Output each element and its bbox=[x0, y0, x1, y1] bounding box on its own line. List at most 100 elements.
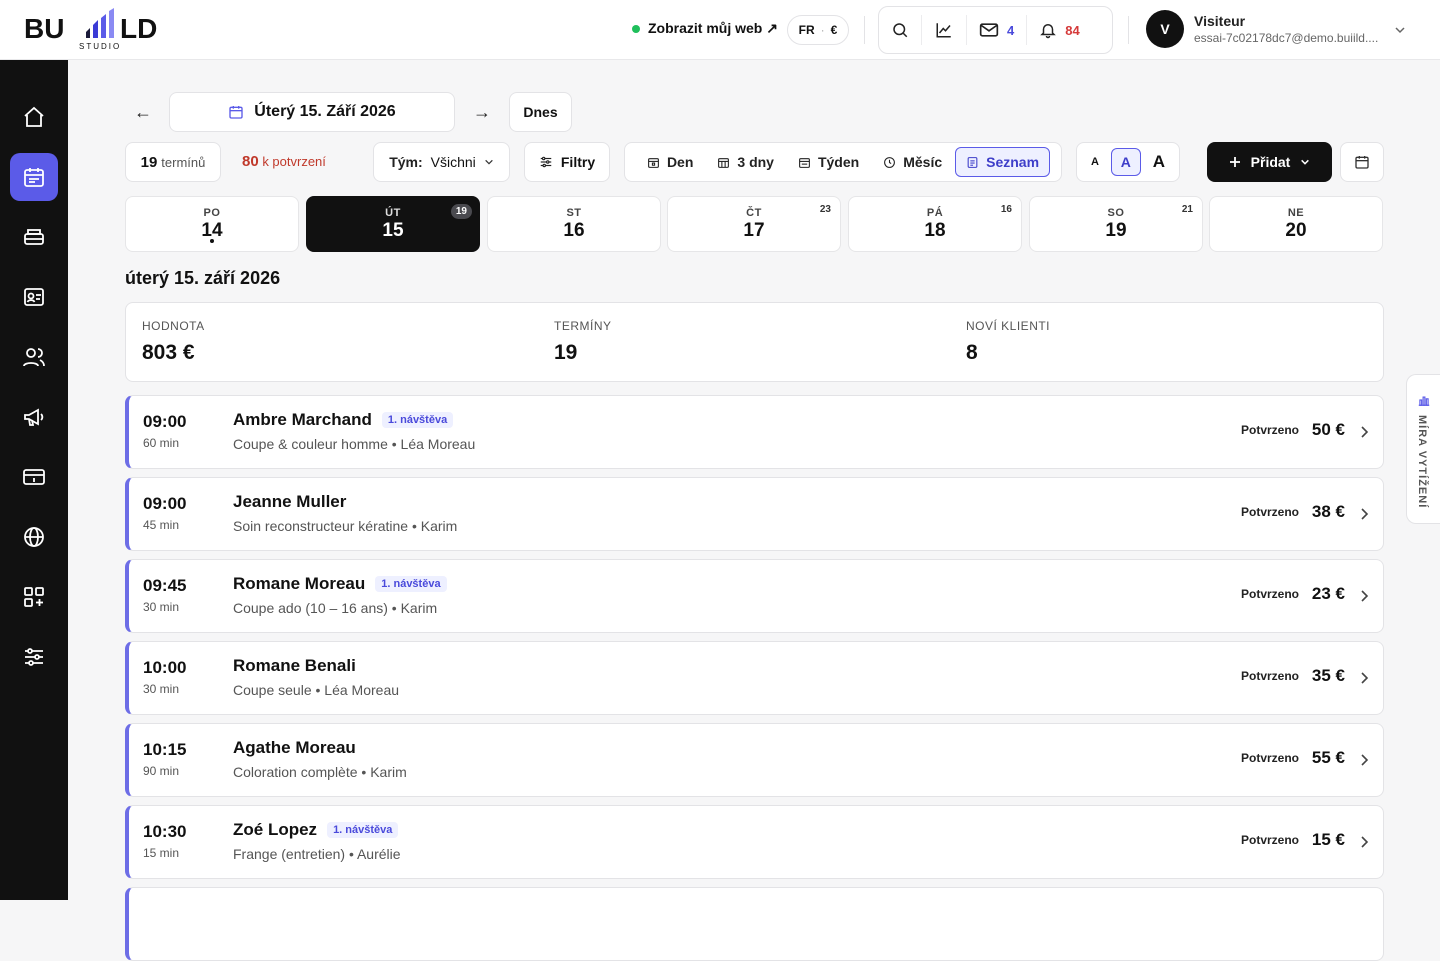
occupancy-side-tab[interactable]: MÍRA VYTÍŽENÍ bbox=[1406, 374, 1440, 524]
view-week[interactable]: Týden bbox=[787, 147, 870, 177]
view-3days[interactable]: 3 dny bbox=[706, 147, 785, 177]
calendar-icon bbox=[24, 168, 44, 187]
view-site-link[interactable]: Zobrazit můj web ↗ bbox=[632, 20, 778, 37]
previous-day-arrow[interactable]: ← bbox=[134, 102, 152, 123]
day-summary: HODNOTA 803 € TERMÍNY 19 NOVÍ KLIENTI 8 bbox=[125, 302, 1384, 382]
sidebar-item-register[interactable] bbox=[10, 213, 58, 261]
font-size-medium[interactable]: A bbox=[1110, 148, 1141, 176]
client-name-row: Romane Benali bbox=[233, 656, 356, 676]
day-tab-tue[interactable]: ÚT 15 19 bbox=[306, 196, 480, 252]
notifications-button[interactable]: 84 bbox=[1026, 15, 1091, 45]
day-count-badge: 23 bbox=[819, 204, 831, 215]
view-day[interactable]: Den bbox=[636, 147, 704, 177]
header-tools: 4 84 bbox=[878, 6, 1113, 54]
day-number: 18 bbox=[924, 220, 946, 241]
add-button[interactable]: Přidat bbox=[1207, 142, 1332, 182]
day-name: ST bbox=[566, 207, 582, 219]
chevron-right-icon bbox=[1361, 754, 1369, 766]
date-picker[interactable]: Úterý 15. Září 2026 bbox=[169, 92, 455, 132]
appointment-row[interactable]: 09:00 60 min Ambre Marchand 1. návštěva C… bbox=[125, 395, 1384, 469]
filters-label: Filtry bbox=[560, 154, 596, 170]
appointment-row[interactable]: 10:30 15 min Zoé Lopez 1. návštěva Frange… bbox=[125, 805, 1384, 879]
brand-logo[interactable]: BU LD STUDIO bbox=[24, 8, 184, 52]
appointment-count-value: 19 bbox=[140, 153, 158, 171]
day-tab-thu[interactable]: ČT 17 23 bbox=[667, 196, 841, 252]
bar-chart-icon bbox=[1418, 396, 1430, 406]
sidebar-item-website[interactable] bbox=[10, 513, 58, 561]
today-label: Dnes bbox=[523, 104, 558, 120]
pending-confirmations[interactable]: 80 k potvrzení bbox=[242, 153, 326, 170]
occupancy-label: MÍRA VYTÍŽENÍ bbox=[1416, 415, 1428, 509]
day-name: NE bbox=[1287, 207, 1305, 219]
team-select-label: Tým: bbox=[389, 154, 423, 170]
font-size-small[interactable]: A bbox=[1091, 156, 1099, 168]
appointment-row[interactable]: 09:00 45 min Jeanne Muller Soin reconstr… bbox=[125, 477, 1384, 551]
day-tab-mon[interactable]: PO 14 bbox=[125, 196, 299, 252]
day-tab-fri[interactable]: PÁ 18 16 bbox=[848, 196, 1022, 252]
day-count-badge: 16 bbox=[1000, 204, 1012, 215]
price: 15 € bbox=[1311, 830, 1345, 849]
client-name: Zoé Lopez bbox=[233, 820, 318, 839]
appointment-row[interactable]: 09:45 30 min Romane Moreau 1. návštěva Co… bbox=[125, 559, 1384, 633]
svg-text:LD: LD bbox=[120, 13, 157, 44]
messages-button[interactable]: 4 bbox=[966, 15, 1026, 45]
globe-icon bbox=[24, 527, 44, 547]
next-day-arrow[interactable]: → bbox=[473, 102, 491, 123]
font-size-switcher: A A A bbox=[1076, 142, 1180, 182]
filters-button[interactable]: Filtry bbox=[524, 142, 610, 182]
appointment-row[interactable]: 10:00 30 min Romane Benali Coupe seule •… bbox=[125, 641, 1384, 715]
appointment-count-label: termínů bbox=[161, 154, 206, 170]
service-staff: Coloration complète • Karim bbox=[233, 764, 407, 780]
view-switcher: Den 3 dny Týden Měsíc Seznam bbox=[624, 142, 1062, 182]
calendar-3day-icon bbox=[718, 157, 730, 168]
price: 38 € bbox=[1311, 502, 1345, 521]
view-month[interactable]: Měsíc bbox=[872, 147, 953, 177]
appointment-time: 09:00 bbox=[143, 494, 187, 513]
status-label: Potvrzeno bbox=[1240, 587, 1299, 601]
team-select[interactable]: Tým: Všichni bbox=[373, 142, 510, 182]
font-size-large[interactable]: A bbox=[1153, 152, 1165, 172]
day-tab-sun[interactable]: NE 20 bbox=[1209, 196, 1383, 252]
summary-appointments: TERMÍNY 19 bbox=[554, 319, 612, 365]
day-tab-sat[interactable]: SO 19 21 bbox=[1029, 196, 1203, 252]
appointment-count: 19 termínů bbox=[125, 142, 221, 182]
currency-symbol: € bbox=[830, 23, 838, 37]
appointment-time: 10:00 bbox=[143, 658, 187, 677]
first-visit-badge: 1. návštěva bbox=[375, 576, 447, 592]
summary-new-clients: NOVÍ KLIENTI 8 bbox=[966, 319, 1050, 365]
user-menu[interactable]: V Visiteur essai-7c02178dc7@demo.buiild.… bbox=[1146, 10, 1378, 48]
sidebar-item-settings[interactable] bbox=[10, 633, 58, 681]
day-count-badge: 21 bbox=[1181, 204, 1193, 215]
view-week-label: Týden bbox=[817, 154, 860, 170]
day-tab-wed[interactable]: ST 16 bbox=[487, 196, 661, 252]
price: 23 € bbox=[1311, 584, 1345, 603]
today-button[interactable]: Dnes bbox=[509, 92, 572, 132]
client-name-row: Romane Moreau 1. návštěva bbox=[233, 574, 447, 594]
mail-count: 4 bbox=[1007, 22, 1015, 38]
view-list[interactable]: Seznam bbox=[955, 147, 1051, 177]
sidebar-item-payments[interactable] bbox=[10, 453, 58, 501]
separator: · bbox=[820, 23, 825, 37]
appointment-row-partial[interactable] bbox=[125, 887, 1384, 961]
sidebar-item-contacts[interactable] bbox=[10, 273, 58, 321]
apps-icon bbox=[24, 587, 44, 607]
sidebar-item-home[interactable] bbox=[10, 93, 58, 141]
sidebar-item-calendar[interactable] bbox=[10, 153, 58, 201]
appointment-row[interactable]: 10:15 90 min Agathe Moreau Coloration co… bbox=[125, 723, 1384, 797]
chevron-right-icon bbox=[1361, 590, 1369, 602]
notification-count: 84 bbox=[1065, 22, 1080, 38]
chevron-down-icon[interactable] bbox=[1394, 24, 1406, 36]
analytics-button[interactable] bbox=[921, 15, 966, 45]
sidebar-item-apps[interactable] bbox=[10, 573, 58, 621]
list-icon bbox=[967, 156, 978, 168]
calendar-sync-button[interactable] bbox=[1340, 142, 1384, 182]
status-label: Potvrzeno bbox=[1240, 833, 1299, 847]
service-staff: Coupe seule • Léa Moreau bbox=[233, 682, 400, 698]
sidebar-item-clients[interactable] bbox=[10, 333, 58, 381]
language-currency-switch[interactable]: FR · € bbox=[787, 15, 849, 45]
search-button[interactable] bbox=[879, 15, 921, 45]
calendar-day-icon bbox=[648, 157, 659, 168]
sidebar-item-marketing[interactable] bbox=[10, 393, 58, 441]
day-count-badge: 19 bbox=[450, 204, 472, 219]
day-name: SO bbox=[1107, 207, 1125, 219]
